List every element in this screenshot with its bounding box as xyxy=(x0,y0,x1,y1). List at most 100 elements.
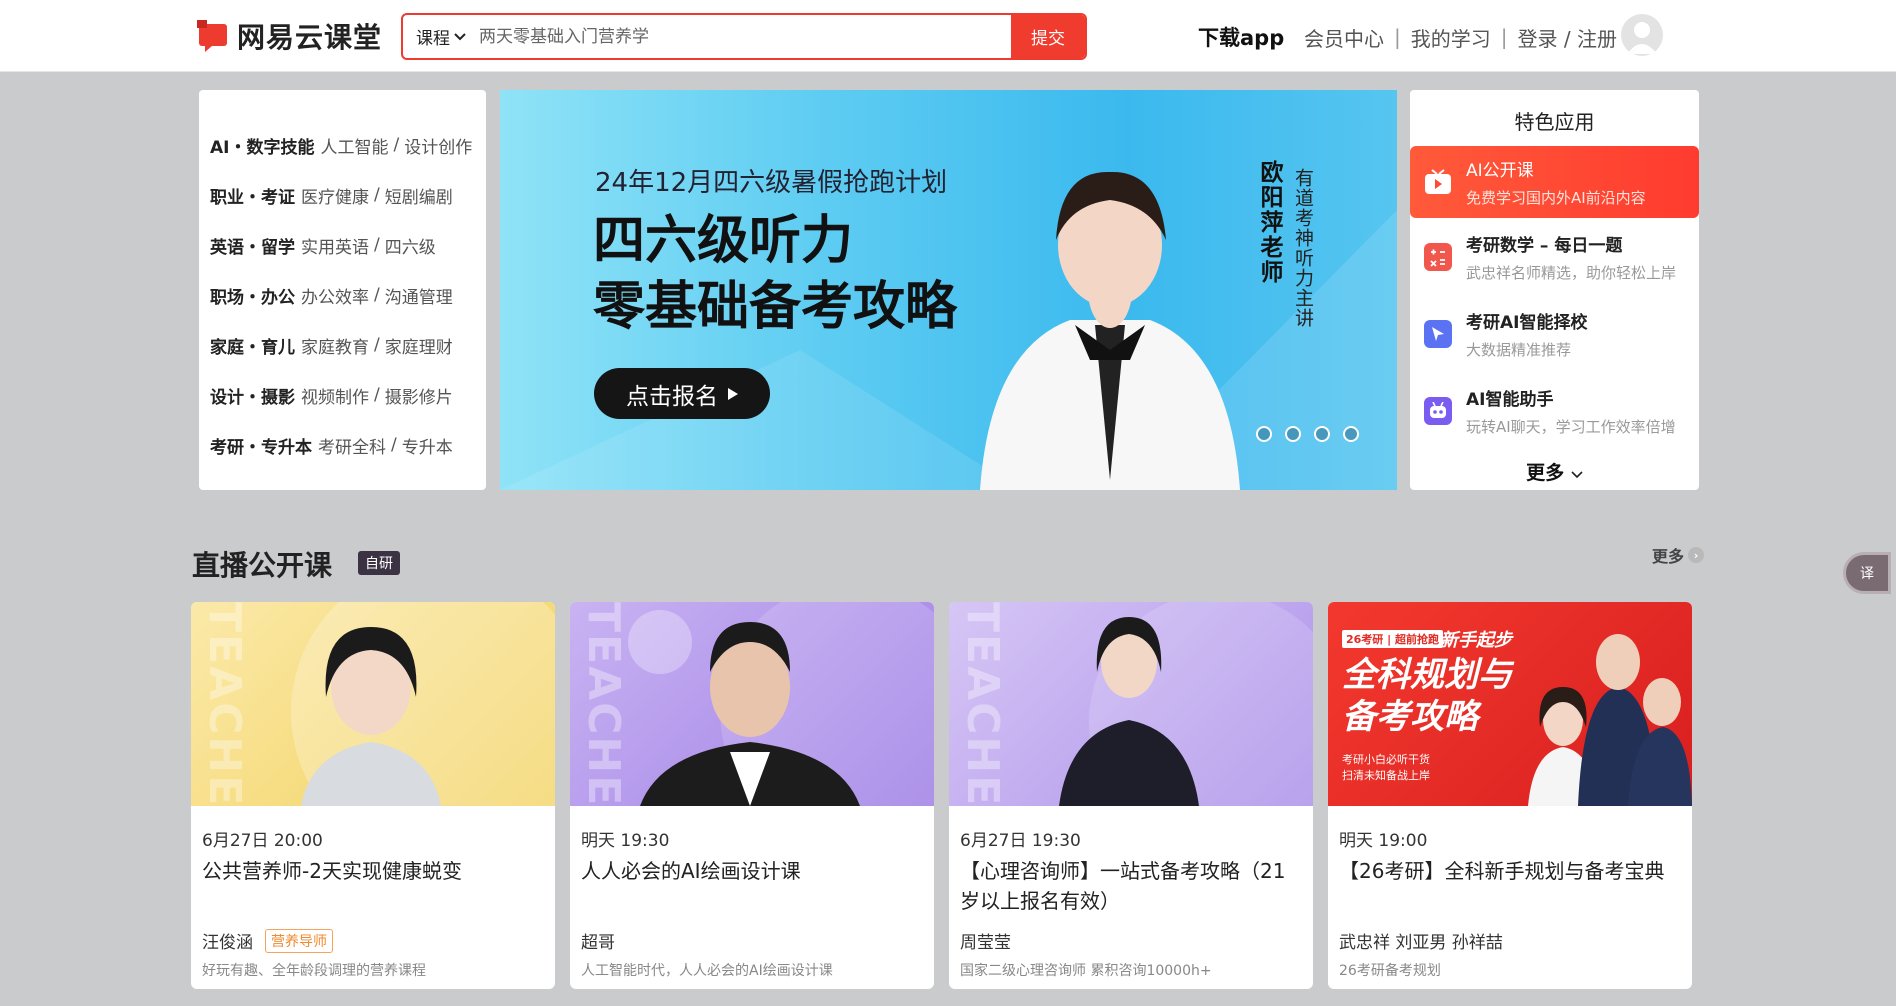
category-main[interactable]: 职业・考证 xyxy=(210,183,295,208)
category-panel: AI・数字技能 人工智能 / 设计创作 职业・考证 医疗健康 / 短剧编剧 英语・留学 … xyxy=(199,90,486,490)
section-badge: 自研 xyxy=(358,551,400,575)
logo-icon xyxy=(197,20,231,52)
category-sub[interactable]: 四六级 xyxy=(385,233,436,258)
category-main[interactable]: 设计・摄影 xyxy=(210,383,295,408)
card-thumbnail: TEACHER xyxy=(191,602,555,806)
category-row[interactable]: 英语・留学 实用英语 / 四六级 xyxy=(199,220,486,270)
featured-item-assistant[interactable]: AI智能助手 玩转AI聊天，学习工作效率倍增 xyxy=(1410,372,1699,449)
download-app-link[interactable]: 下载app xyxy=(1198,22,1284,52)
translate-button[interactable]: 译 xyxy=(1843,552,1891,594)
category-sub[interactable]: 考研全科 xyxy=(318,433,386,458)
category-sub[interactable]: 家庭理财 xyxy=(385,333,453,358)
card-time: 6月27日 19:30 xyxy=(960,831,1081,851)
teacher-photo xyxy=(628,602,934,806)
category-sub[interactable]: 视频制作 xyxy=(301,383,369,408)
category-main[interactable]: 职场・办公 xyxy=(210,283,295,308)
featured-title: 特色应用 xyxy=(1514,110,1595,134)
logo[interactable]: 网易云课堂 xyxy=(197,18,382,54)
category-sub[interactable]: 家庭教育 xyxy=(301,333,369,358)
category-row[interactable]: 家庭・育儿 家庭教育 / 家庭理财 xyxy=(199,320,486,370)
carousel-dot[interactable] xyxy=(1314,426,1330,442)
category-sub[interactable]: 设计创作 xyxy=(404,133,472,158)
card-description: 国家二级心理咨询师 累积咨询10000h+ xyxy=(960,963,1212,979)
teacher-photo xyxy=(1528,634,1692,806)
category-sub[interactable]: 摄影修片 xyxy=(385,383,453,408)
category-row[interactable]: 职业・考证 医疗健康 / 短剧编剧 xyxy=(199,170,486,220)
section-more-link[interactable]: 更多 › xyxy=(1652,543,1705,567)
course-card[interactable]: TEACHER 6月27日 19:30 【心理咨询师】一站式备考攻略（21岁以上… xyxy=(949,602,1313,989)
category-row[interactable]: 考研・专升本 考研全科 / 专升本 xyxy=(199,420,486,470)
card-teacher: 武忠祥 刘亚男 孙祥喆 xyxy=(1339,933,1503,953)
card-title[interactable]: 人人必会的AI绘画设计课 xyxy=(581,856,926,886)
featured-more-button[interactable]: 更多 xyxy=(1410,458,1699,485)
chevron-down-icon xyxy=(454,32,466,40)
category-main[interactable]: 英语・留学 xyxy=(210,233,295,258)
robot-icon xyxy=(1424,396,1452,425)
featured-item-math[interactable]: 考研数学 – 每日一题 武忠祥名师精选，助你轻松上岸 xyxy=(1410,218,1699,295)
chevron-down-icon xyxy=(1571,471,1583,479)
banner-title: 四六级听力 零基础备考攻略 xyxy=(593,211,958,337)
avatar[interactable] xyxy=(1621,14,1663,56)
member-center-link[interactable]: 会员中心 xyxy=(1304,23,1384,52)
search-input[interactable] xyxy=(479,15,1011,58)
carousel-dots xyxy=(1256,426,1359,442)
category-main[interactable]: 考研・专升本 xyxy=(210,433,312,458)
search-type-label: 课程 xyxy=(416,29,450,49)
cursor-icon xyxy=(1424,319,1452,348)
category-sub[interactable]: 办公效率 xyxy=(301,283,369,308)
user-nav: 会员中心 | 我的学习 | 登录 / 注册 xyxy=(1304,22,1617,52)
card-title[interactable]: 【26考研】全科新手规划与备考宝典 xyxy=(1339,856,1684,886)
search-submit-button[interactable]: 提交 xyxy=(1011,15,1085,58)
teacher-photo xyxy=(291,602,555,806)
card-title[interactable]: 公共营养师-2天实现健康蜕变 xyxy=(202,856,547,886)
category-sub[interactable]: 沟通管理 xyxy=(385,283,453,308)
course-card[interactable]: TEACHER 明天 19:30 人人必会的AI绘画设计课 超哥 人工智能时代，… xyxy=(570,602,934,989)
translate-icon: 译 xyxy=(1860,566,1874,582)
category-row[interactable]: 职场・办公 办公效率 / 沟通管理 xyxy=(199,270,486,320)
calculator-icon xyxy=(1424,242,1452,271)
login-register-link[interactable]: 登录 / 注册 xyxy=(1518,23,1617,52)
tv-play-icon xyxy=(1424,168,1452,196)
my-learning-link[interactable]: 我的学习 xyxy=(1411,23,1491,52)
search-type-select[interactable]: 课程 xyxy=(403,15,479,58)
card-thumbnail: TEACHER xyxy=(570,602,934,806)
card-teacher: 周莹莹 xyxy=(960,933,1011,953)
card-teacher: 汪俊涵 营养导师 xyxy=(202,928,333,953)
card-teacher: 超哥 xyxy=(581,933,615,953)
user-avatar-icon xyxy=(1627,22,1657,54)
banner-signup-button[interactable]: 点击报名 xyxy=(594,368,770,419)
hero-banner[interactable]: 24年12月四六级暑假抢跑计划 四六级听力 零基础备考攻略 点击报名 欧阳萍老师… xyxy=(500,90,1397,490)
card-title[interactable]: 【心理咨询师】一站式备考攻略（21岁以上报名有效） xyxy=(960,856,1305,916)
course-card[interactable]: TEACHER 6月27日 20:00 公共营养师-2天实现健康蜕变 汪俊涵 营… xyxy=(191,602,555,989)
banner-subtitle: 24年12月四六级暑假抢跑计划 xyxy=(595,168,948,198)
carousel-dot[interactable] xyxy=(1256,426,1272,442)
featured-item-ai-course[interactable]: AI公开课 免费学习国内外AI前沿内容 xyxy=(1410,146,1699,218)
top-bar: 网易云课堂 课程 提交 下载app 会员中心 | 我的学习 | 登录 / 注册 xyxy=(0,0,1896,72)
banner-teacher-desc: 有道考神听力主讲 xyxy=(1292,168,1314,328)
category-main[interactable]: AI・数字技能 xyxy=(210,133,314,158)
carousel-dot[interactable] xyxy=(1285,426,1301,442)
featured-item-school[interactable]: 考研AI智能择校 大数据精准推荐 xyxy=(1410,295,1699,372)
category-row[interactable]: AI・数字技能 人工智能 / 设计创作 xyxy=(199,120,486,170)
card-time: 6月27日 20:00 xyxy=(202,831,323,851)
card-time: 明天 19:00 xyxy=(1339,831,1428,851)
card-thumbnail: TEACHER xyxy=(949,602,1313,806)
category-sub[interactable]: 实用英语 xyxy=(301,233,369,258)
nav-separator: | xyxy=(1394,25,1401,49)
card-thumbnail: 26考研 | 超前抢跑 新手起步 全科规划与 备考攻略 考研小白必听干货 扫清未… xyxy=(1328,602,1692,806)
category-sub[interactable]: 专升本 xyxy=(402,433,453,458)
course-card[interactable]: 26考研 | 超前抢跑 新手起步 全科规划与 备考攻略 考研小白必听干货 扫清未… xyxy=(1328,602,1692,989)
category-sub[interactable]: 短剧编剧 xyxy=(385,183,453,208)
play-triangle-icon xyxy=(728,387,738,400)
card-description: 26考研备考规划 xyxy=(1339,963,1441,979)
featured-apps-panel: 特色应用 AI公开课 免费学习国内外AI前沿内容 考研数学 – 每日一题 武忠祥… xyxy=(1410,90,1699,490)
teacher-photo xyxy=(1059,602,1313,806)
search-bar: 课程 提交 xyxy=(401,13,1087,60)
category-sub[interactable]: 医疗健康 xyxy=(301,183,369,208)
nav-separator: | xyxy=(1500,25,1508,49)
category-row[interactable]: 设计・摄影 视频制作 / 摄影修片 xyxy=(199,370,486,420)
category-sub[interactable]: 人工智能 xyxy=(320,133,388,158)
logo-text: 网易云课堂 xyxy=(237,21,383,54)
carousel-dot[interactable] xyxy=(1343,426,1359,442)
category-main[interactable]: 家庭・育儿 xyxy=(210,333,295,358)
